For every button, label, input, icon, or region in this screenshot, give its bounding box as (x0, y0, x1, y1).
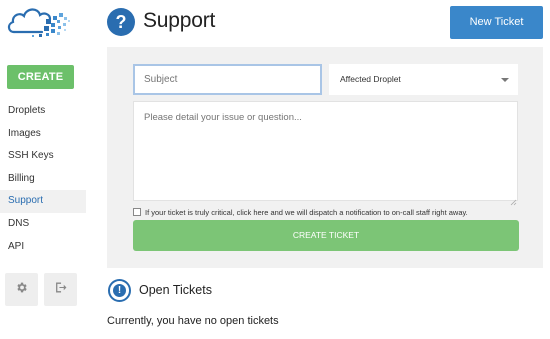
open-tickets-title: Open Tickets (139, 283, 212, 297)
logout-button[interactable] (44, 273, 77, 306)
sidebar-item-ssh-keys[interactable]: SSH Keys (0, 145, 86, 168)
sidebar-item-api[interactable]: API (0, 236, 86, 259)
exclamation-icon: ! (108, 279, 131, 302)
question-icon: ? (107, 8, 135, 36)
critical-notice-row: If your ticket is truly critical, click … (133, 207, 468, 217)
sidebar-item-images[interactable]: Images (0, 123, 86, 146)
logo-cloud-icon[interactable] (6, 4, 76, 42)
new-ticket-button[interactable]: New Ticket (450, 6, 543, 39)
create-ticket-button[interactable]: CREATE TICKET (133, 220, 519, 251)
critical-notice-text[interactable]: If your ticket is truly critical, click … (145, 208, 468, 217)
sidebar: CREATE Droplets Images SSH Keys Billing … (0, 0, 86, 339)
create-button[interactable]: CREATE (7, 65, 74, 89)
logout-icon (54, 281, 67, 299)
sidebar-item-droplets[interactable]: Droplets (0, 100, 86, 123)
details-textarea[interactable] (133, 101, 518, 201)
new-ticket-form: Affected Droplet If your ticket is truly… (107, 47, 543, 268)
resize-handle-icon[interactable] (510, 193, 517, 206)
gear-icon (15, 281, 28, 299)
affected-droplet-select[interactable]: Affected Droplet (329, 64, 518, 95)
sidebar-item-billing[interactable]: Billing (0, 168, 86, 191)
sidebar-item-support[interactable]: Support (0, 190, 86, 213)
subject-input[interactable] (133, 64, 322, 95)
sidebar-nav: Droplets Images SSH Keys Billing Support… (0, 100, 86, 258)
critical-checkbox[interactable] (133, 208, 141, 216)
sidebar-item-dns[interactable]: DNS (0, 213, 86, 236)
chevron-down-icon (501, 78, 509, 82)
page-title: Support (143, 9, 216, 32)
affected-droplet-select-value: Affected Droplet (340, 74, 401, 84)
no-open-tickets-message: Currently, you have no open tickets (107, 315, 279, 327)
settings-button[interactable] (5, 273, 38, 306)
